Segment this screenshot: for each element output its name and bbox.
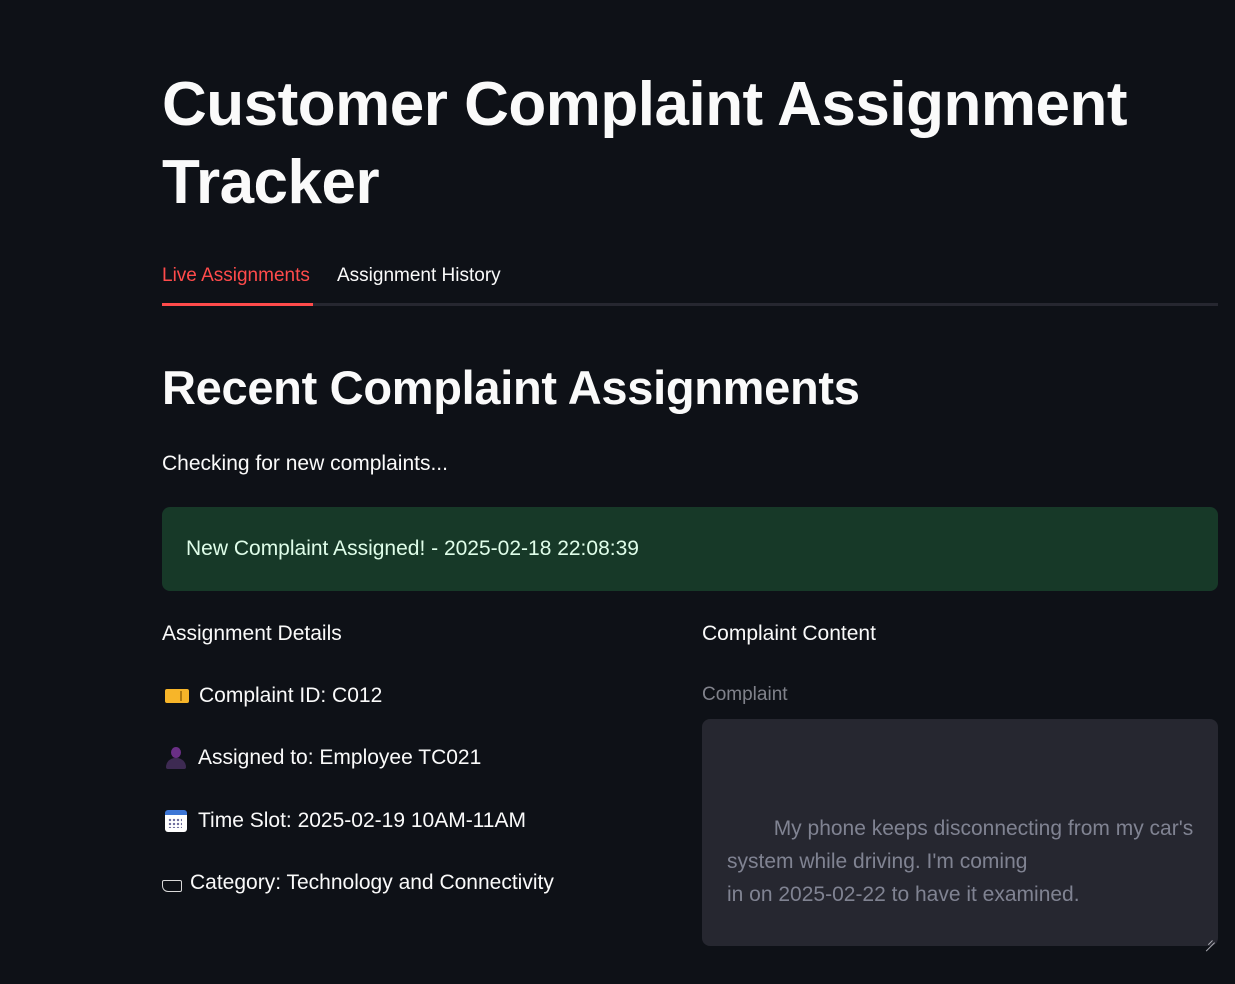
detail-text: Complaint ID: C012 bbox=[199, 684, 383, 707]
section-heading: Recent Complaint Assignments bbox=[162, 361, 860, 414]
complaint-content-column: Complaint Content Complaint My phone kee… bbox=[702, 618, 1218, 946]
alert-text: New Complaint Assigned! - 2025-02-18 22:… bbox=[186, 537, 639, 560]
detail-complaint-id: Complaint ID: C012 bbox=[162, 680, 382, 712]
page-title: Customer Complaint Assignment Tracker bbox=[162, 70, 1127, 217]
complaint-content-heading: Complaint Content bbox=[702, 622, 876, 645]
tab-bar: Live Assignments Assignment History bbox=[162, 258, 1218, 306]
person-icon bbox=[165, 746, 187, 770]
tab-assignment-history[interactable]: Assignment History bbox=[337, 262, 501, 290]
detail-text: Category: Technology and Connectivity bbox=[190, 871, 554, 894]
detail-time-slot: Time Slot: 2025-02-19 10AM-11AM bbox=[162, 805, 526, 837]
complaint-text: My phone keeps disconnecting from my car… bbox=[727, 817, 1194, 906]
active-tab-indicator bbox=[162, 303, 313, 306]
detail-text: Assigned to: Employee TC021 bbox=[198, 746, 482, 769]
app-page: Customer Complaint Assignment Tracker Li… bbox=[0, 0, 1235, 984]
detail-assigned-to: Assigned to: Employee TC021 bbox=[162, 742, 481, 774]
detail-category: Category: Technology and Connectivity bbox=[162, 867, 554, 899]
tag-icon bbox=[162, 879, 182, 892]
status-text: Checking for new complaints... bbox=[162, 452, 448, 475]
resize-handle-icon[interactable] bbox=[1205, 933, 1215, 943]
calendar-icon bbox=[165, 810, 187, 832]
complaint-textarea[interactable]: My phone keeps disconnecting from my car… bbox=[702, 719, 1218, 946]
complaint-field-label: Complaint bbox=[702, 684, 788, 705]
tab-live-assignments[interactable]: Live Assignments bbox=[162, 262, 310, 290]
success-alert: New Complaint Assigned! - 2025-02-18 22:… bbox=[162, 507, 1218, 591]
assignment-details-column: Assignment Details Complaint ID: C012 As… bbox=[162, 618, 678, 894]
detail-text: Time Slot: 2025-02-19 10AM-11AM bbox=[198, 809, 526, 832]
ticket-icon bbox=[165, 689, 189, 703]
assignment-details-heading: Assignment Details bbox=[162, 622, 342, 645]
